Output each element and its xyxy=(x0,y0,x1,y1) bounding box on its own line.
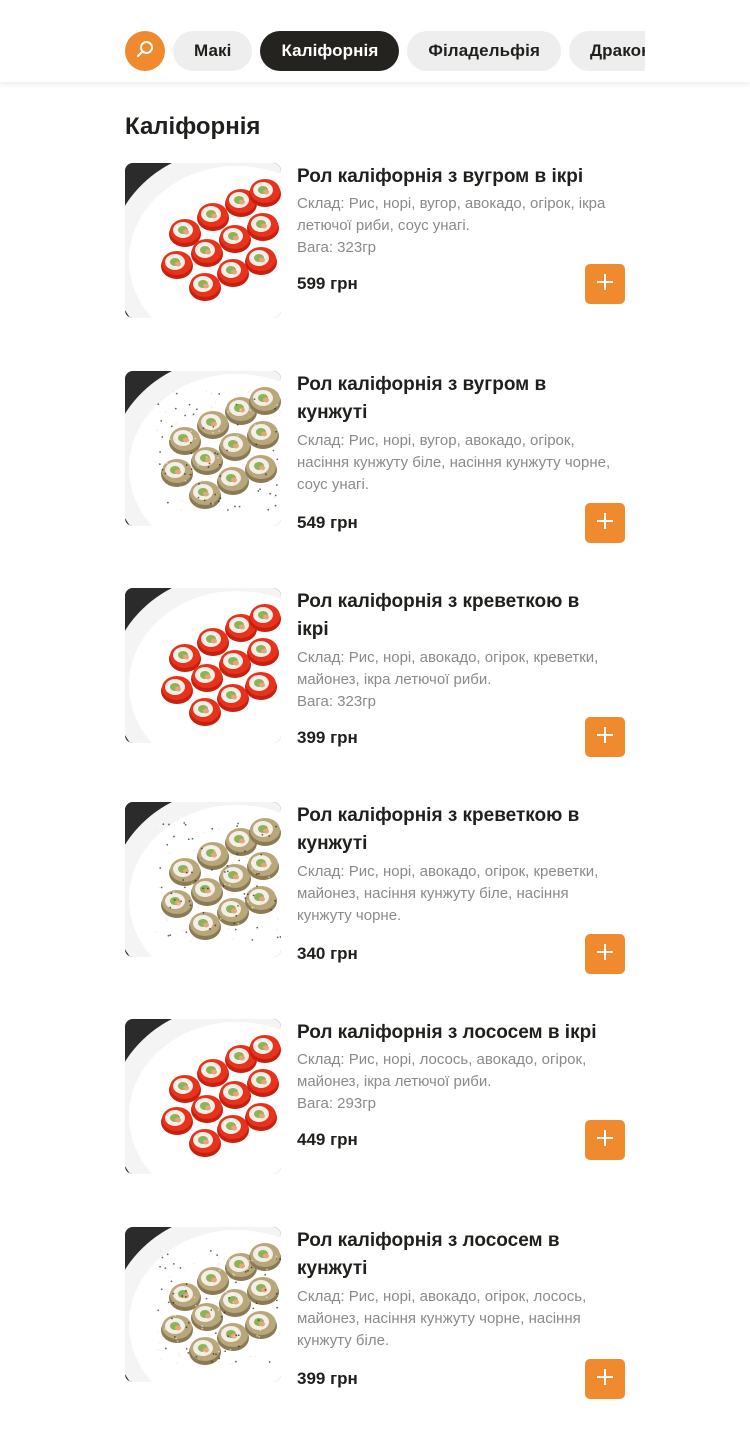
product-card: Рол каліфорнія з вугром в кунжуті Склад:… xyxy=(125,371,625,546)
product-price: 399 грн xyxy=(297,1367,627,1391)
product-description: Склад: Рис, норі, вугор, авокадо, огірок… xyxy=(297,193,627,237)
product-price: 549 грн xyxy=(297,511,627,535)
product-weight: Вага: 293гр xyxy=(297,1093,627,1115)
product-image[interactable] xyxy=(125,1019,281,1174)
product-price: 340 грн xyxy=(297,942,627,966)
category-chip-philadelphia[interactable]: Філадельфія xyxy=(407,31,561,71)
product-image[interactable] xyxy=(125,802,281,957)
plus-icon xyxy=(596,273,614,296)
product-card: Рол каліфорнія з креветкою в кунжуті Скл… xyxy=(125,802,625,977)
product-weight: Вага: 323гр xyxy=(297,691,627,713)
product-info: Рол каліфорнія з лососем в кунжуті Склад… xyxy=(297,1227,627,1391)
search-icon xyxy=(135,39,155,64)
product-info: Рол каліфорнія з креветкою в ікрі Склад:… xyxy=(297,588,627,750)
product-name[interactable]: Рол каліфорнія з лососем в ікрі xyxy=(297,1019,627,1047)
product-info: Рол каліфорнія з лососем в ікрі Склад: Р… xyxy=(297,1019,627,1152)
product-card: Рол каліфорнія з креветкою в ікрі Склад:… xyxy=(125,588,625,760)
product-price: 449 грн xyxy=(297,1128,627,1152)
product-image[interactable] xyxy=(125,163,281,318)
product-card: Рол каліфорнія з лососем в ікрі Склад: Р… xyxy=(125,1019,625,1184)
add-to-cart-button[interactable] xyxy=(585,934,625,974)
product-name[interactable]: Рол каліфорнія з вугром в кунжуті xyxy=(297,371,587,427)
category-chip-maki[interactable]: Макі xyxy=(173,31,252,71)
section-title: Каліфорнія xyxy=(125,113,260,141)
add-to-cart-button[interactable] xyxy=(585,503,625,543)
product-name[interactable]: Рол каліфорнія з креветкою в кунжуті xyxy=(297,802,607,858)
product-info: Рол каліфорнія з вугром в ікрі Склад: Ри… xyxy=(297,163,627,296)
product-info: Рол каліфорнія з вугром в кунжуті Склад:… xyxy=(297,371,627,535)
add-to-cart-button[interactable] xyxy=(585,1359,625,1399)
category-nav-bar: Макі Каліфорнія Філадельфія Дракон xyxy=(0,0,750,82)
product-image[interactable] xyxy=(125,588,281,743)
search-button[interactable] xyxy=(125,31,165,71)
category-chips: Макі Каліфорнія Філадельфія Дракон xyxy=(125,31,645,71)
product-description: Склад: Рис, норі, авокадо, огірок, лосос… xyxy=(297,1286,627,1352)
plus-icon xyxy=(596,726,614,749)
product-card: Рол каліфорнія з лососем в кунжуті Склад… xyxy=(125,1227,625,1402)
product-info: Рол каліфорнія з креветкою в кунжуті Скл… xyxy=(297,802,627,966)
product-price: 599 грн xyxy=(297,272,627,296)
add-to-cart-button[interactable] xyxy=(585,1120,625,1160)
plus-icon xyxy=(596,943,614,966)
plus-icon xyxy=(596,1129,614,1152)
product-card: Рол каліфорнія з вугром в ікрі Склад: Ри… xyxy=(125,163,625,323)
product-weight: Вага: 323гр xyxy=(297,237,627,259)
product-name[interactable]: Рол каліфорнія з креветкою в ікрі xyxy=(297,588,607,644)
add-to-cart-button[interactable] xyxy=(585,264,625,304)
product-name[interactable]: Рол каліфорнія з лососем в кунжуті xyxy=(297,1227,597,1283)
product-image[interactable] xyxy=(125,371,281,526)
product-description: Склад: Рис, норі, лосось, авокадо, огіро… xyxy=(297,1049,627,1093)
category-chip-california[interactable]: Каліфорнія xyxy=(260,31,399,71)
product-description: Склад: Рис, норі, авокадо, огірок, креве… xyxy=(297,861,627,927)
category-chip-dragon[interactable]: Дракон xyxy=(569,31,645,71)
product-price: 399 грн xyxy=(297,726,627,750)
product-name[interactable]: Рол каліфорнія з вугром в ікрі xyxy=(297,163,627,191)
product-description: Склад: Рис, норі, авокадо, огірок, креве… xyxy=(297,647,627,691)
plus-icon xyxy=(596,1368,614,1391)
plus-icon xyxy=(596,512,614,535)
product-image[interactable] xyxy=(125,1227,281,1382)
add-to-cart-button[interactable] xyxy=(585,717,625,757)
product-description: Склад: Рис, норі, вугор, авокадо, огірок… xyxy=(297,430,627,496)
